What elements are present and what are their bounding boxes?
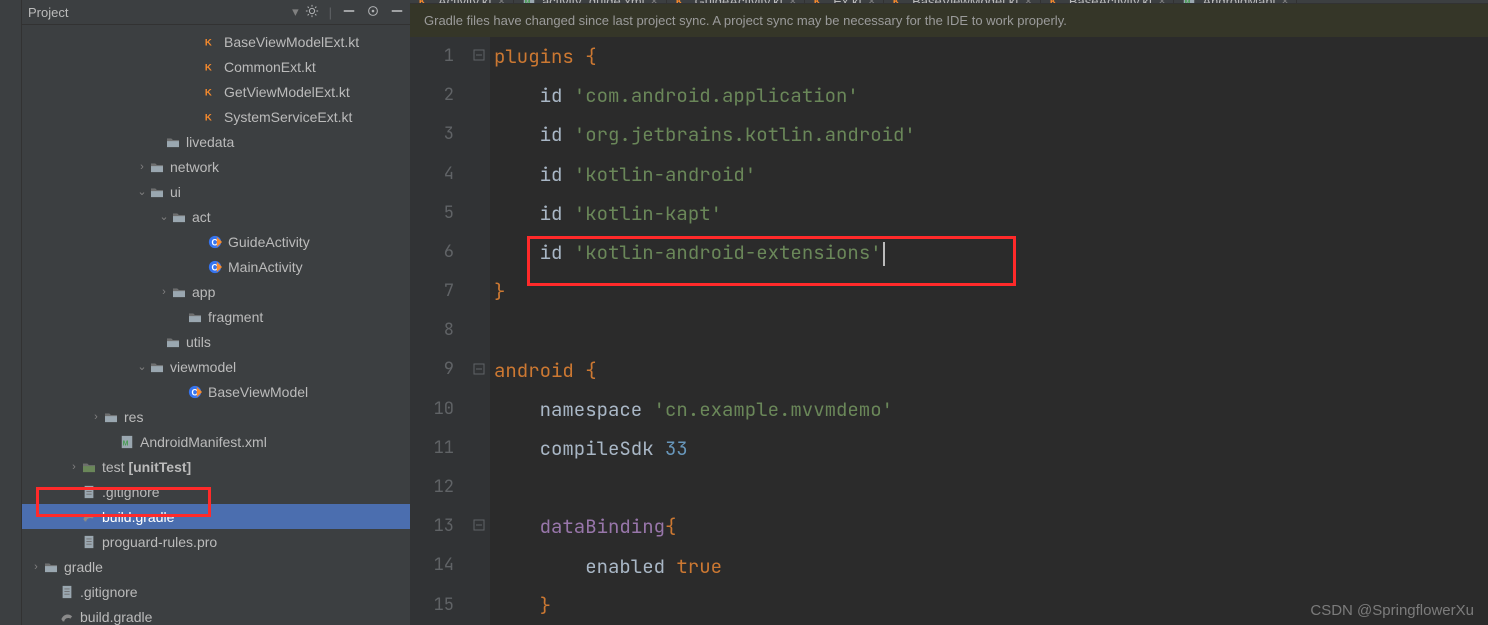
tree-item[interactable]: KSystemServiceExt.kt xyxy=(22,104,410,129)
tree-item[interactable]: .gitignore xyxy=(22,579,410,604)
code-content[interactable]: plugins { id 'com.android.application' i… xyxy=(490,37,1488,625)
notification-text: Gradle files have changed since last pro… xyxy=(424,13,1067,28)
tree-item[interactable]: CMainActivity xyxy=(22,254,410,279)
tree-item[interactable]: KBaseViewModelExt.kt xyxy=(22,29,410,54)
tree-item[interactable]: ⌄ui xyxy=(22,179,410,204)
chevron-down-icon[interactable]: ▾ xyxy=(292,4,299,20)
editor-area: KActivity.kt×Mactivity_guide.xml×KGuideA… xyxy=(410,0,1488,625)
editor-tab[interactable]: MAndroidMani× xyxy=(1174,0,1297,3)
tree-item[interactable]: KGetViewModelExt.kt xyxy=(22,79,410,104)
svg-text:K: K xyxy=(205,112,212,123)
tree-item[interactable]: livedata xyxy=(22,129,410,154)
line-gutter: 123456789101112131415 xyxy=(410,37,472,625)
expand-icon[interactable] xyxy=(366,4,380,21)
project-tree-title: Project xyxy=(28,5,292,20)
svg-text:K: K xyxy=(205,62,212,73)
collapse-icon[interactable] xyxy=(342,4,356,21)
tree-item[interactable]: ›network xyxy=(22,154,410,179)
editor-tab[interactable]: Mactivity_guide.xml× xyxy=(514,0,667,3)
svg-text:M: M xyxy=(123,440,129,447)
tree-item[interactable]: MAndroidManifest.xml xyxy=(22,429,410,454)
tree-item[interactable]: CGuideActivity xyxy=(22,229,410,254)
tree-item[interactable]: proguard-rules.pro xyxy=(22,529,410,554)
project-tree-panel: Project ▾ | KBaseViewModelExt.ktKCommonE… xyxy=(22,0,410,625)
svg-text:K: K xyxy=(205,87,212,98)
tree-item[interactable]: .gitignore xyxy=(22,479,410,504)
tree-item[interactable]: ›app xyxy=(22,279,410,304)
sync-notification[interactable]: Gradle files have changed since last pro… xyxy=(410,4,1488,37)
tree-item[interactable]: ⌄act xyxy=(22,204,410,229)
tree-item[interactable]: ›res xyxy=(22,404,410,429)
tree-item[interactable]: ›gradle xyxy=(22,554,410,579)
hide-icon[interactable] xyxy=(390,4,404,21)
settings-icon[interactable] xyxy=(305,4,319,21)
tree-item[interactable]: KCommonExt.kt xyxy=(22,54,410,79)
project-tree-header: Project ▾ | xyxy=(22,0,410,25)
watermark: CSDN @SpringflowerXu xyxy=(1310,602,1474,619)
editor-tab[interactable]: KBaseActivity.kt× xyxy=(1041,0,1175,3)
svg-text:K: K xyxy=(205,37,212,48)
tree-item[interactable]: utils xyxy=(22,329,410,354)
tree-item[interactable]: CBaseViewModel xyxy=(22,379,410,404)
editor-tab[interactable]: KGuideActivity.kt× xyxy=(667,0,806,3)
editor-tab[interactable]: KBaseViewModel.kt× xyxy=(884,0,1041,3)
tree-item[interactable]: ›test [unitTest] xyxy=(22,454,410,479)
tree-item[interactable]: ⌄viewmodel xyxy=(22,354,410,379)
tool-window-bar[interactable] xyxy=(0,0,22,625)
fold-column[interactable] xyxy=(472,37,490,625)
editor-tab[interactable]: KEx.kt× xyxy=(805,0,884,3)
tree-item[interactable]: build.gradle xyxy=(22,604,410,625)
project-tree-body[interactable]: KBaseViewModelExt.ktKCommonExt.ktKGetVie… xyxy=(22,25,410,625)
tree-item[interactable]: fragment xyxy=(22,304,410,329)
editor-tab[interactable]: KActivity.kt× xyxy=(410,0,514,3)
tree-item[interactable]: build.gradle xyxy=(22,504,410,529)
divider-icon: | xyxy=(329,5,332,20)
code-editor[interactable]: 123456789101112131415 plugins { id 'com.… xyxy=(410,37,1488,625)
